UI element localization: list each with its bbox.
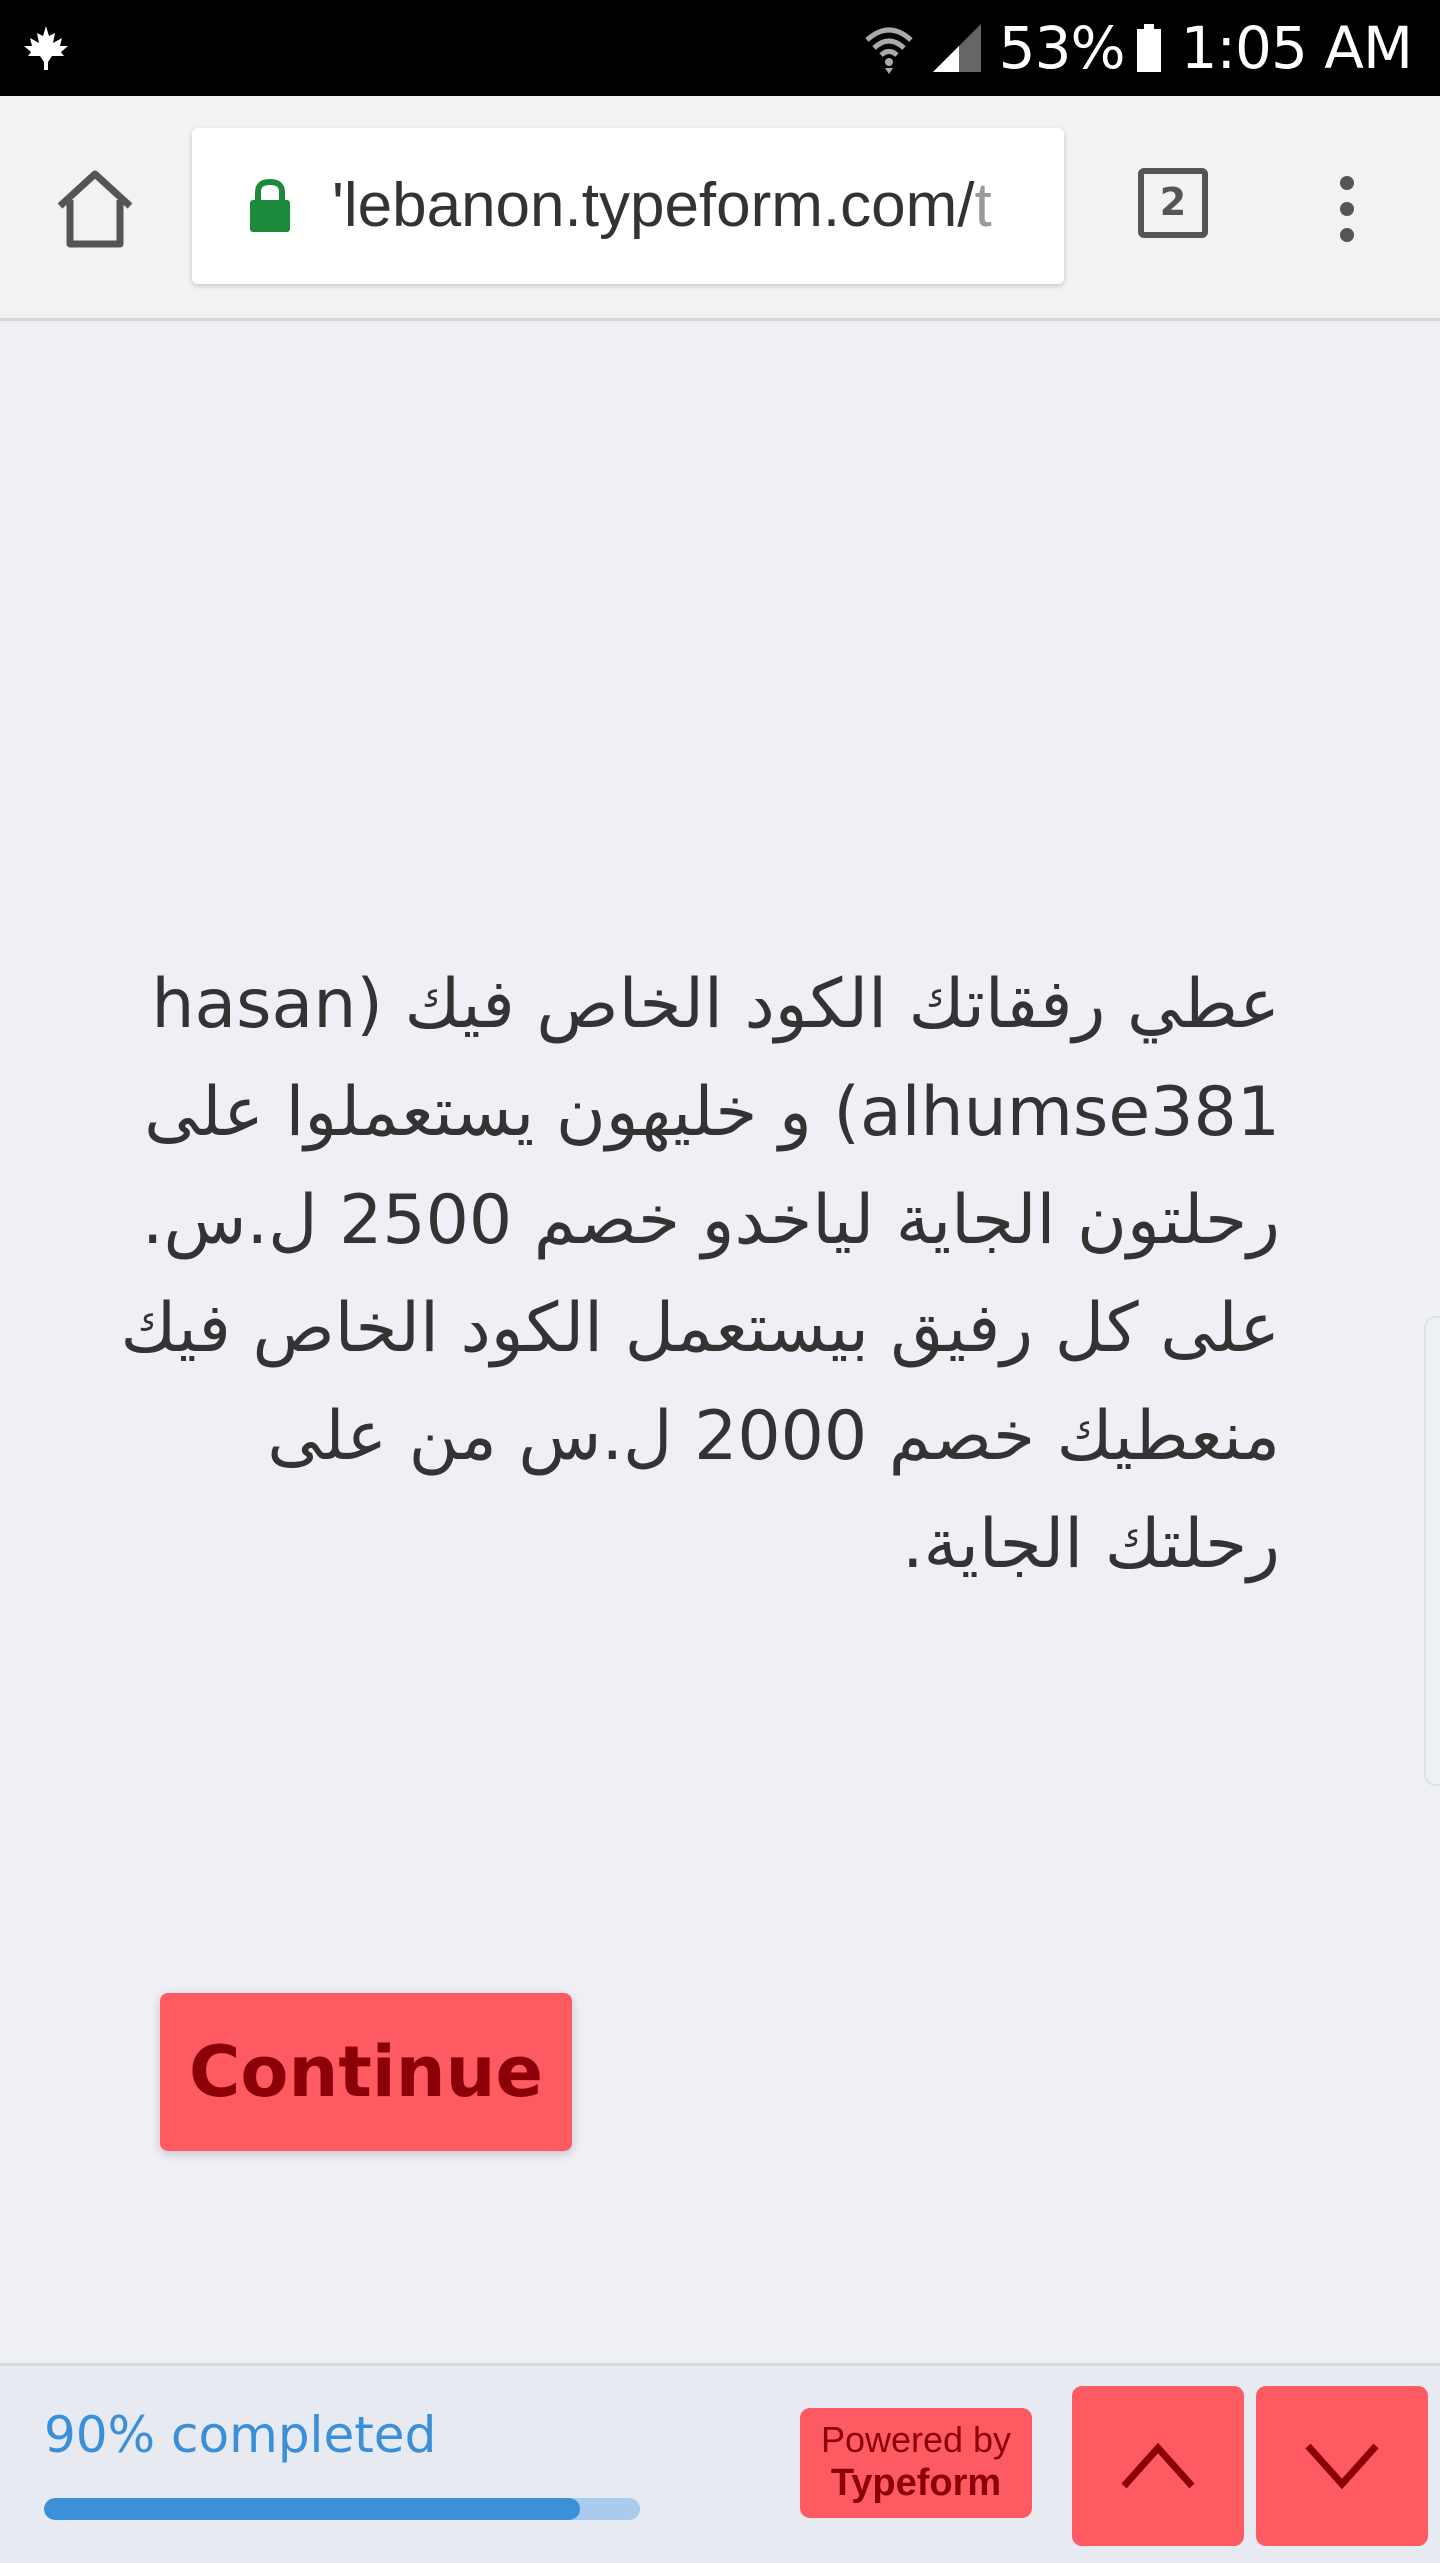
statement-line: رحلتون الجاية لياخدو خصم 2500 ل.س.	[141, 1181, 1280, 1260]
continue-button[interactable]: Continue	[160, 1993, 572, 2151]
browser-toolbar: 'lebanon.typeform.com/t 2	[0, 96, 1440, 321]
statement-line: alhumse381) و خليهون يستعملوا على	[144, 1073, 1280, 1152]
maple-leaf-icon	[24, 26, 68, 70]
url-domain: lebanon.typeform.com/	[343, 171, 975, 240]
previous-question-button[interactable]	[1072, 2386, 1244, 2546]
next-question-button[interactable]	[1256, 2386, 1428, 2546]
wifi-icon	[864, 27, 913, 74]
progress-fill	[44, 2498, 581, 2520]
statement-line: عطي رفقاتك الكود الخاص فيك (hasan	[151, 965, 1280, 1044]
lock-icon	[250, 178, 290, 232]
side-panel-edge	[1424, 1316, 1440, 1786]
typeform-content: عطي رفقاتك الكود الخاص فيك (hasan alhums…	[0, 321, 1440, 2366]
chevron-up-icon	[1121, 2442, 1195, 2489]
status-indicators: 53% 1:05 AM	[863, 0, 1413, 96]
url-path-fade: t	[974, 171, 992, 240]
progress-label: 90% completed	[44, 2406, 437, 2464]
statement-line: رحلتك الجاية.	[901, 1505, 1280, 1584]
question-statement: عطي رفقاتك الكود الخاص فيك (hasan alhums…	[120, 951, 1281, 1599]
signal-icon	[932, 24, 981, 72]
overflow-menu-icon[interactable]	[1332, 174, 1362, 244]
status-bar: 53% 1:05 AM	[0, 0, 1440, 96]
statement-line: منعطيك خصم 2000 ل.س من على	[267, 1397, 1280, 1476]
powered-by-typeform-badge[interactable]: Powered by Typeform	[800, 2408, 1032, 2518]
statement-line: على كل رفيق بيستعمل الكود الخاص فيك	[120, 1289, 1281, 1368]
powered-by-text: Powered by	[820, 2419, 1012, 2460]
tab-count: 2	[1159, 180, 1187, 224]
bottom-bar: 90% completed Powered by Typeform	[0, 2363, 1440, 2563]
url-leading-char: '	[332, 171, 344, 240]
url-text: 'lebanon.typeform.com/t	[332, 128, 1052, 284]
url-bar[interactable]: 'lebanon.typeform.com/t	[192, 128, 1064, 284]
progress-bar	[44, 2498, 640, 2520]
typeform-brand-text: Typeform	[830, 2462, 1002, 2504]
battery-percent: 53%	[998, 14, 1126, 82]
tabs-button[interactable]: 2	[1138, 168, 1208, 238]
clock: 1:05 AM	[1180, 14, 1413, 82]
chevron-down-icon	[1305, 2443, 1379, 2490]
battery-icon	[1136, 24, 1161, 72]
home-icon[interactable]	[52, 166, 138, 252]
